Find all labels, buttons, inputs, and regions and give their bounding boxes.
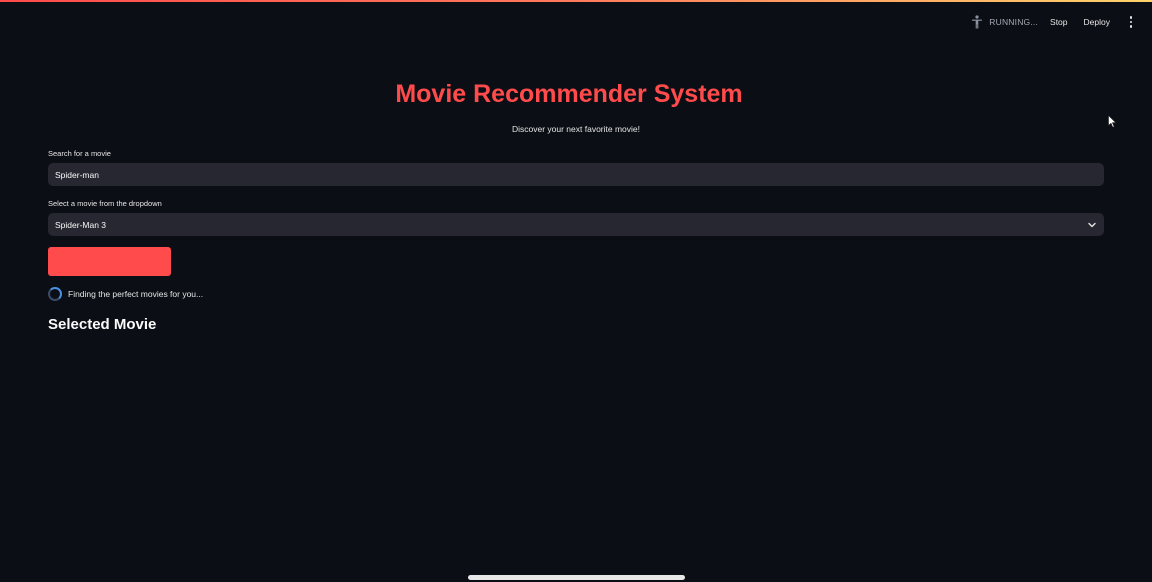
movie-select-value: Spider-Man 3 (55, 219, 107, 230)
app-page: RUNNING... Stop Deploy Movie Recommender… (0, 0, 1152, 582)
stop-button[interactable]: Stop (1050, 17, 1068, 27)
select-label: Select a movie from the dropdown (48, 199, 162, 208)
spinner-icon (48, 287, 62, 301)
recommend-button[interactable] (48, 247, 171, 276)
selected-movie-heading: Selected Movie (48, 316, 157, 333)
loading-indicator: Finding the perfect movies for you... (48, 287, 203, 301)
loading-text: Finding the perfect movies for you... (68, 289, 204, 299)
running-figure-icon (972, 15, 983, 29)
app-toolbar: RUNNING... Stop Deploy (971, 14, 1136, 30)
top-decoration-bar (0, 0, 1152, 2)
movie-select[interactable]: Spider-Man 3 (48, 213, 1104, 236)
status-text: RUNNING... (989, 17, 1039, 27)
mouse-cursor-icon (1108, 115, 1117, 128)
page-title: Movie Recommender System (395, 80, 743, 108)
kebab-menu-icon[interactable] (1126, 15, 1136, 29)
running-status: RUNNING... (971, 15, 1038, 29)
search-label: Search for a movie (48, 149, 111, 158)
page-subtitle: Discover your next favorite movie! (511, 124, 641, 134)
chevron-down-icon (1088, 222, 1096, 227)
search-input[interactable] (48, 163, 1104, 186)
home-indicator-bar (468, 575, 685, 580)
deploy-button[interactable]: Deploy (1084, 17, 1110, 27)
